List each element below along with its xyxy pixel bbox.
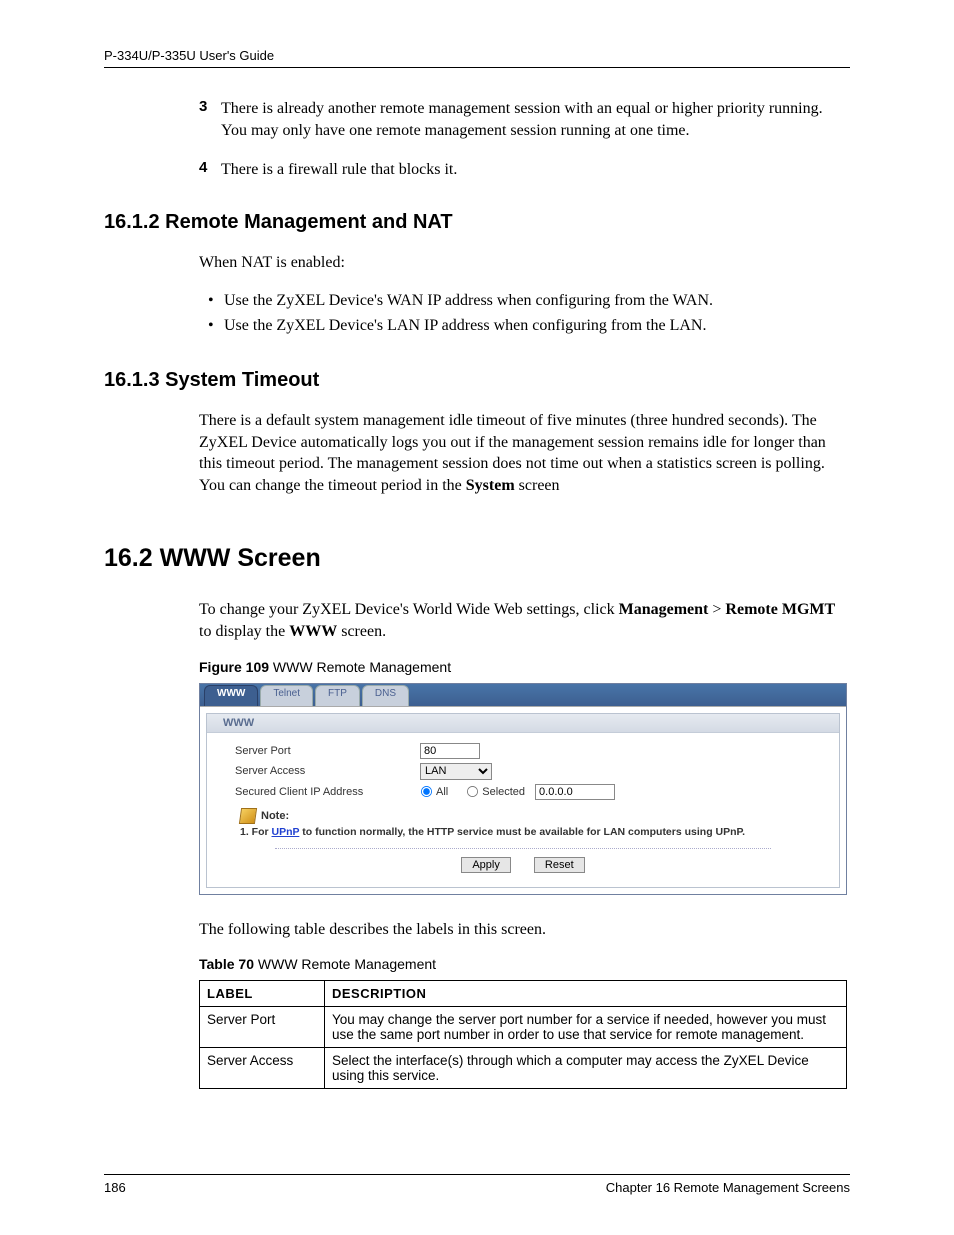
heading-1613: 16.1.3 System Timeout xyxy=(104,369,850,392)
table-row: Server Access Select the interface(s) th… xyxy=(200,1048,847,1089)
radio-all[interactable] xyxy=(421,786,432,797)
upnp-link[interactable]: UPnP xyxy=(272,826,300,838)
bold-text: System xyxy=(466,477,515,494)
label-secured-ip: Secured Client IP Address xyxy=(235,786,420,798)
table-caption: Table 70 WWW Remote Management xyxy=(199,956,850,972)
text: > xyxy=(708,601,725,618)
list-marker: 4 xyxy=(199,159,221,181)
server-port-input[interactable] xyxy=(420,743,480,759)
panel: WWW Server Port Server Access LAN Secure… xyxy=(206,713,840,888)
table-header-label: LABEL xyxy=(200,981,325,1007)
chapter-label: Chapter 16 Remote Management Screens xyxy=(606,1180,850,1195)
text: screen xyxy=(515,477,560,494)
list-item-3: 3 There is already another remote manage… xyxy=(199,98,850,141)
text: to function normally, the HTTP service m… xyxy=(299,826,745,838)
reset-button[interactable]: Reset xyxy=(534,857,585,873)
bold-text: Remote MGMT xyxy=(725,601,835,618)
radio-all-label: All xyxy=(436,786,448,798)
tab-telnet[interactable]: Telnet xyxy=(260,685,313,706)
text: screen. xyxy=(337,623,386,640)
label-server-port: Server Port xyxy=(235,745,420,757)
note-icon xyxy=(239,808,257,824)
text: 1. For xyxy=(240,826,272,838)
paragraph: To change your ZyXEL Device's World Wide… xyxy=(199,599,850,642)
cell-label: Server Access xyxy=(200,1048,325,1089)
bold-text: Management xyxy=(619,601,709,618)
paragraph: When NAT is enabled: xyxy=(199,252,850,274)
figure-screenshot: WWW Telnet FTP DNS WWW Server Port Serve… xyxy=(199,683,847,895)
radio-selected-label: Selected xyxy=(482,786,525,798)
paragraph: The following table describes the labels… xyxy=(199,919,850,941)
list-text: There is a firewall rule that blocks it. xyxy=(221,159,850,181)
tab-ftp[interactable]: FTP xyxy=(315,685,360,706)
text: to display the xyxy=(199,623,289,640)
tab-bar: WWW Telnet FTP DNS xyxy=(200,684,846,707)
heading-1612: 16.1.2 Remote Management and NAT xyxy=(104,211,850,234)
server-access-select[interactable]: LAN xyxy=(420,763,492,780)
table-title: WWW Remote Management xyxy=(254,956,436,972)
page-header: P-334U/P-335U User's Guide xyxy=(104,48,850,68)
figure-title: WWW Remote Management xyxy=(269,659,451,675)
page-number: 186 xyxy=(104,1180,126,1195)
list-item-4: 4 There is a firewall rule that blocks i… xyxy=(199,159,850,181)
panel-title: WWW xyxy=(207,714,839,733)
label-server-access: Server Access xyxy=(235,765,420,777)
radio-selected[interactable] xyxy=(467,786,478,797)
figure-number: Figure 109 xyxy=(199,659,269,675)
bold-text: WWW xyxy=(289,623,337,640)
description-table: LABEL DESCRIPTION Server Port You may ch… xyxy=(199,980,847,1089)
cell-label: Server Port xyxy=(200,1007,325,1048)
apply-button[interactable]: Apply xyxy=(461,857,511,873)
tab-www[interactable]: WWW xyxy=(204,685,258,706)
page-footer: 186 Chapter 16 Remote Management Screens xyxy=(104,1174,850,1195)
note-label: Note: xyxy=(261,810,289,822)
secured-ip-input[interactable] xyxy=(535,784,615,800)
bullet-item: Use the ZyXEL Device's WAN IP address wh… xyxy=(224,289,850,314)
list-marker: 3 xyxy=(199,98,221,141)
tab-dns[interactable]: DNS xyxy=(362,685,409,706)
bullet-item: Use the ZyXEL Device's LAN IP address wh… xyxy=(224,314,850,339)
heading-162: 16.2 WWW Screen xyxy=(104,544,850,573)
table-number: Table 70 xyxy=(199,956,254,972)
list-text: There is already another remote manageme… xyxy=(221,98,850,141)
paragraph: There is a default system management idl… xyxy=(199,410,850,496)
table-row: Server Port You may change the server po… xyxy=(200,1007,847,1048)
note-text: 1. For UPnP to function normally, the HT… xyxy=(240,826,811,838)
table-header-description: DESCRIPTION xyxy=(325,981,847,1007)
text: To change your ZyXEL Device's World Wide… xyxy=(199,601,619,618)
figure-caption: Figure 109 WWW Remote Management xyxy=(199,659,850,675)
cell-description: You may change the server port number fo… xyxy=(325,1007,847,1048)
cell-description: Select the interface(s) through which a … xyxy=(325,1048,847,1089)
